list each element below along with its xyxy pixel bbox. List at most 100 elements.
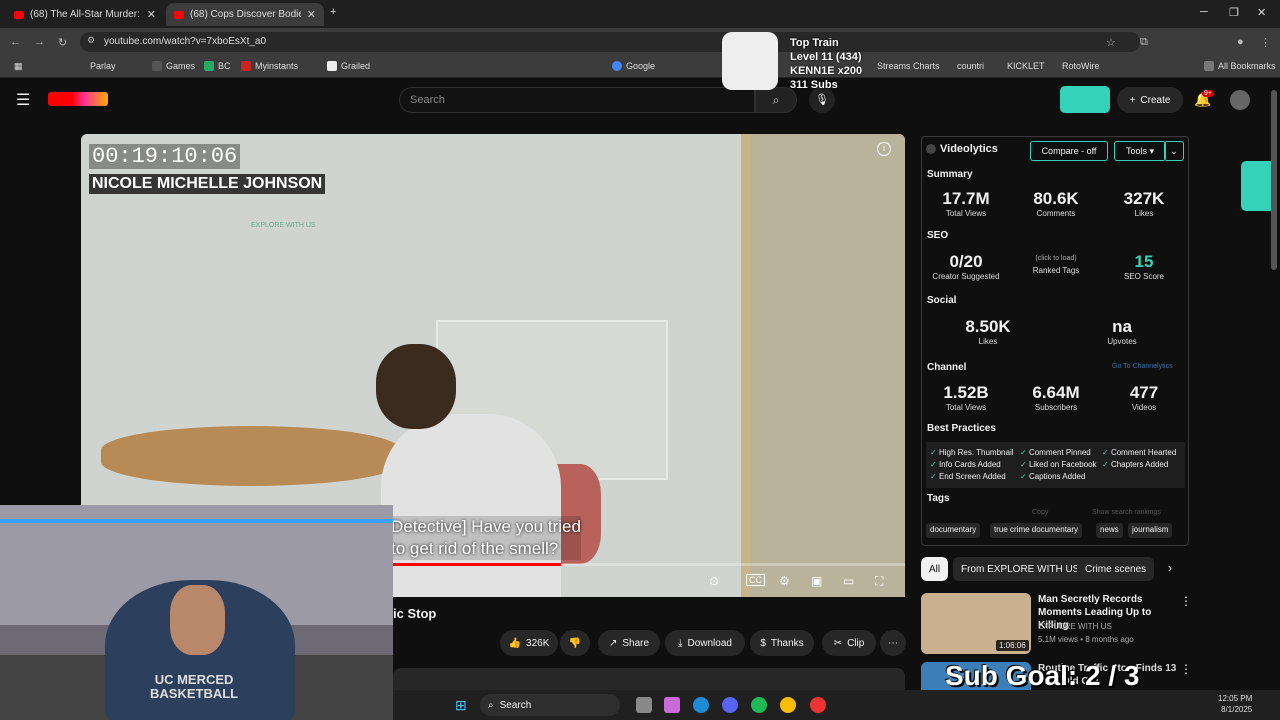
hamburger-menu-icon[interactable]: ☰ (16, 90, 30, 110)
more-actions-button[interactable]: ⋯ (880, 630, 906, 656)
extensions-icon[interactable]: ⧉ (1140, 36, 1148, 49)
chip-crime-scenes[interactable]: Crime scenes (1077, 557, 1155, 581)
tag-chip[interactable]: journalism (1128, 523, 1173, 538)
bp-item: High Res. Thumbnail (930, 448, 1014, 457)
stat-videos: 477 Videos (1129, 383, 1159, 412)
maximize-icon[interactable]: ❐ (1229, 6, 1239, 19)
apps-icon[interactable]: ▦ (14, 61, 23, 72)
stat-channel-views: 1.52B Total Views (943, 383, 989, 412)
copy-tags-link[interactable]: Copy (1032, 509, 1048, 516)
stat-likes: 327K Likes (1123, 189, 1165, 218)
collapse-chevron-icon[interactable]: ⌄ (1164, 141, 1184, 161)
train-overlay: Top Train Level 11 (434) KENN1E x200 311… (790, 37, 863, 91)
related-channel-name[interactable]: EXPLORE WITH US (1038, 622, 1112, 631)
progress-bar[interactable] (391, 563, 905, 566)
tools-button[interactable]: Tools ▾ (1114, 141, 1166, 161)
led-strip (0, 519, 393, 523)
reload-icon[interactable]: ↻ (58, 36, 67, 49)
bp-item: End Screen Added (930, 472, 1006, 481)
info-icon[interactable]: i (877, 142, 891, 156)
bookmark-star-icon[interactable]: ☆ (1106, 36, 1116, 49)
new-tab-icon[interactable]: + (330, 6, 336, 18)
all-bookmarks[interactable]: All Bookmarks (1204, 61, 1276, 71)
task-view-icon[interactable] (636, 697, 652, 713)
description-box[interactable] (393, 668, 905, 692)
videolytics-title: Videolytics (940, 143, 998, 155)
more-options-icon[interactable]: ⋮ (1180, 594, 1192, 608)
like-button[interactable]: 👍 326K (500, 630, 558, 656)
bookmark-streams-charts[interactable]: Streams Charts (877, 61, 940, 71)
fullscreen-icon[interactable]: ⛶ (875, 574, 883, 589)
share-button[interactable]: ↗ Share (598, 630, 660, 656)
site-info-icon[interactable]: ⚙ (87, 35, 95, 46)
videolytics-toggle-button[interactable] (1060, 86, 1110, 113)
thanks-button[interactable]: $ Thanks (750, 630, 814, 656)
compare-button[interactable]: Compare - off (1030, 141, 1108, 161)
seo-heading: SEO (927, 230, 949, 241)
bookmark-countri[interactable]: countri (957, 61, 984, 71)
taskbar-clock[interactable]: 12:05 PM 8/1/2025 (1218, 693, 1252, 715)
minimize-icon[interactable]: ─ (1200, 6, 1208, 18)
close-window-icon[interactable]: ✕ (1257, 6, 1266, 19)
close-tab-icon[interactable]: ✕ (147, 8, 156, 21)
share-icon: ↗ (608, 637, 618, 649)
player-controls: ⊙ CC ⚙ ▣ ▭ ⛶ (701, 574, 901, 594)
copilot-icon[interactable] (664, 697, 680, 713)
tag-chip[interactable]: documentary (926, 523, 981, 538)
browser-menu-icon[interactable]: ⋮ (1260, 36, 1271, 49)
bookmark-google[interactable]: Google (612, 61, 655, 71)
chip-all[interactable]: All (921, 557, 949, 581)
clip-button[interactable]: ✂ Clip (822, 630, 876, 656)
back-icon[interactable]: ← (10, 36, 21, 48)
discord-icon[interactable] (722, 697, 738, 713)
taskbar-search[interactable]: ⌕ Search (480, 694, 620, 716)
chrome-icon[interactable] (780, 697, 796, 713)
channelytics-link[interactable]: Go To Channelytics (1112, 363, 1173, 370)
chip-from-channel[interactable]: From EXPLORE WITH US (953, 557, 1088, 581)
dislike-button[interactable]: 👎 (560, 630, 590, 656)
profile-avatar[interactable]: ● (1237, 36, 1244, 48)
bp-item: Info Cards Added (930, 460, 1001, 469)
bookmark-kicklet[interactable]: KICKLET (1007, 61, 1045, 71)
settings-gear-icon[interactable]: ⚙ (779, 574, 790, 588)
browser-tab-active[interactable]: (68) Cops Discover Bodies in W ✕ (166, 3, 324, 26)
chevron-right-icon[interactable]: › (1168, 561, 1172, 575)
thumbs-down-icon: 👎 (568, 637, 582, 649)
more-options-icon[interactable]: ⋮ (1180, 662, 1192, 676)
app-icon[interactable] (810, 697, 826, 713)
edge-icon[interactable] (693, 697, 709, 713)
thanks-icon: $ (760, 637, 766, 649)
download-button[interactable]: ⤓ Download (665, 630, 745, 656)
page-scrollbar[interactable] (1271, 90, 1277, 270)
tag-chip[interactable]: true crime documentary (990, 523, 1083, 538)
address-bar[interactable]: ⚙ youtube.com/watch?v=7xboEsXt_a0 (80, 32, 1140, 52)
bookmark-bc[interactable]: BC (204, 61, 231, 71)
bookmark-games[interactable]: Games (152, 61, 195, 71)
account-avatar[interactable] (1230, 90, 1250, 110)
tag-chip[interactable]: news (1096, 523, 1123, 538)
bookmarks-bar: ▦ Parlay Games BC Myinstants Grailed Goo… (0, 56, 1280, 78)
bookmark-grailed[interactable]: Grailed (327, 61, 370, 71)
bookmark-myinstants[interactable]: Myinstants (241, 61, 298, 71)
theater-mode-icon[interactable]: ▭ (843, 574, 854, 588)
person-head (376, 344, 456, 429)
stat-ranked-tags[interactable]: (click to load) Ranked Tags (1016, 255, 1096, 275)
videolytics-side-tab[interactable] (1241, 161, 1271, 211)
bookmark-parlay[interactable]: Parlay (90, 61, 116, 71)
close-tab-icon[interactable]: ✕ (307, 8, 316, 21)
search-rankings-link[interactable]: Show search rankings (1092, 509, 1161, 516)
captions-icon[interactable]: CC (746, 574, 765, 586)
forward-icon[interactable]: → (34, 36, 45, 48)
create-button[interactable]: + Create (1117, 87, 1183, 113)
search-input[interactable]: Search (399, 87, 755, 113)
youtube-logo[interactable] (48, 92, 108, 106)
notification-count-badge: 9+ (1202, 90, 1214, 97)
table (101, 426, 401, 486)
browser-tab[interactable]: (68) The All-Star Murder: The T ✕ (6, 3, 164, 26)
windows-start-icon[interactable]: ⊞ (455, 697, 467, 714)
stat-creator-suggested: 0/20 Creator Suggested (932, 252, 1000, 281)
bookmark-rotowire[interactable]: RotoWire (1062, 61, 1100, 71)
autoplay-toggle[interactable]: ⊙ (709, 574, 719, 588)
miniplayer-icon[interactable]: ▣ (811, 574, 822, 588)
spotify-icon[interactable] (751, 697, 767, 713)
